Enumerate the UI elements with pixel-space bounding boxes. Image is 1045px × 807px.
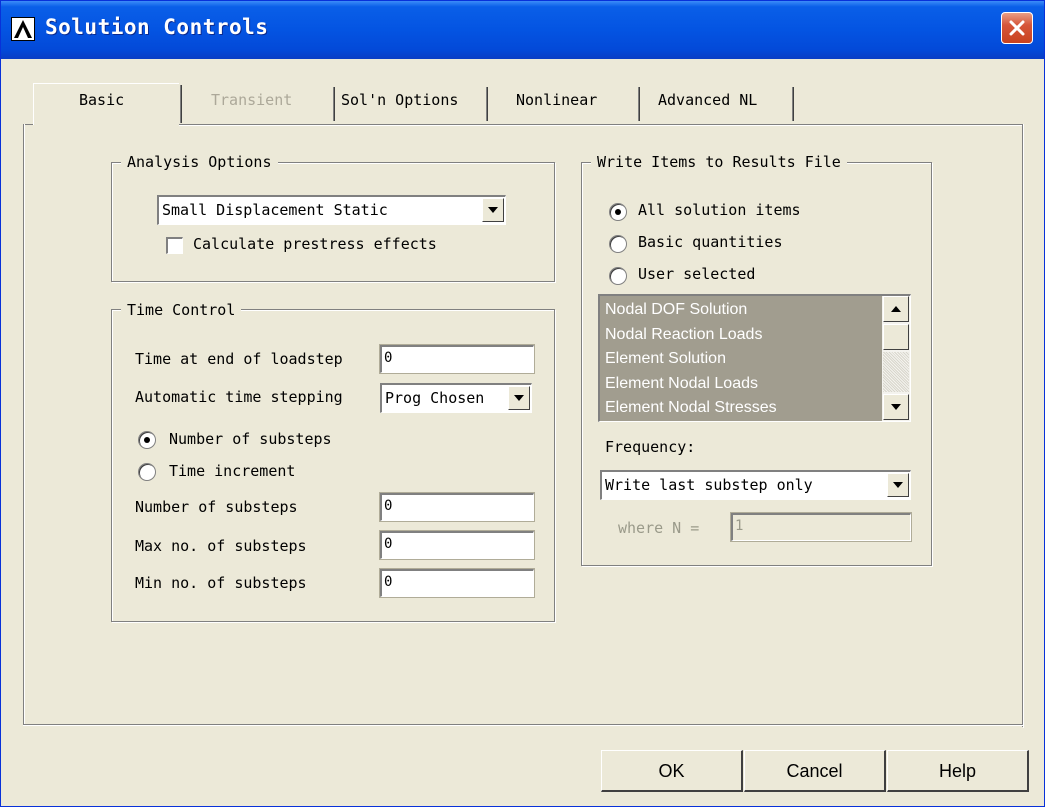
dropdown-button[interactable] [887, 473, 909, 497]
scroll-down-button[interactable] [883, 394, 909, 420]
radio-all-solution-items-label: All solution items [638, 201, 801, 219]
radio-number-of-substeps[interactable] [138, 431, 156, 449]
radio-number-of-substeps-label: Number of substeps [169, 430, 332, 448]
frequency-label: Frequency: [605, 438, 696, 456]
time-end-label: Time at end of loadstep [135, 350, 343, 368]
write-items-label: Write Items to Results File [591, 153, 847, 171]
num-substeps-label: Number of substeps [135, 498, 298, 516]
num-substeps-input[interactable]: 0 [379, 492, 535, 522]
radio-basic-quantities-label: Basic quantities [638, 233, 783, 251]
time-control-label: Time Control [121, 301, 242, 319]
where-n-label: where N = [618, 519, 700, 537]
tab-advanced-nl[interactable]: Advanced NL [642, 83, 792, 123]
chevron-down-icon [514, 395, 524, 401]
list-item[interactable]: Element Nodal Stresses [602, 396, 880, 421]
dropdown-button[interactable] [508, 386, 530, 410]
results-items: Nodal DOF Solution Nodal Reaction Loads … [602, 298, 880, 421]
list-item[interactable]: Element Nodal Loads [602, 372, 880, 397]
radio-dot [144, 437, 150, 443]
list-scrollbar[interactable] [882, 296, 910, 421]
radio-user-selected[interactable] [609, 267, 627, 285]
min-substeps-input[interactable]: 0 [379, 568, 535, 598]
close-icon [1009, 20, 1025, 36]
max-substeps-label: Max no. of substeps [135, 537, 307, 555]
radio-user-selected-label: User selected [638, 265, 756, 283]
tab-soln-options[interactable]: Sol'n Options [337, 83, 487, 123]
radio-time-increment[interactable] [138, 463, 156, 481]
where-n-input: 1 [730, 512, 912, 542]
chevron-down-icon [488, 207, 498, 213]
arrow-down-icon [891, 404, 901, 410]
min-substeps-label: Min no. of substeps [135, 574, 307, 592]
ok-button[interactable]: OK [601, 750, 743, 792]
results-items-list[interactable]: Nodal DOF Solution Nodal Reaction Loads … [598, 294, 911, 422]
ansys-logo-icon [11, 17, 35, 41]
tab-nonlinear[interactable]: Nonlinear [490, 83, 636, 123]
radio-time-increment-label: Time increment [169, 462, 296, 480]
frequency-select[interactable]: Write last substep only [600, 470, 911, 500]
help-button[interactable]: Help [887, 750, 1029, 792]
title-bar[interactable]: Solution Controls [1, 1, 1044, 59]
list-item[interactable]: Nodal Reaction Loads [602, 323, 880, 348]
arrow-up-icon [891, 306, 901, 312]
list-item[interactable]: Element Solution [602, 347, 880, 372]
radio-basic-quantities[interactable] [609, 235, 627, 253]
scroll-up-button[interactable] [883, 296, 909, 322]
scroll-track[interactable] [883, 352, 909, 392]
max-substeps-input[interactable]: 0 [379, 530, 535, 560]
time-end-input[interactable]: 0 [379, 344, 535, 374]
cancel-button[interactable]: Cancel [744, 750, 886, 792]
auto-stepping-select[interactable]: Prog Chosen [380, 383, 532, 413]
window-title: Solution Controls [45, 15, 269, 39]
scroll-thumb[interactable] [883, 324, 909, 350]
analysis-type-select[interactable]: Small Displacement Static [157, 195, 506, 225]
prestress-checkbox[interactable] [166, 237, 183, 254]
prestress-label: Calculate prestress effects [193, 235, 437, 253]
radio-dot [615, 209, 621, 215]
solution-controls-window: Solution Controls Basic Transient Sol'n … [0, 0, 1045, 807]
radio-all-solution-items[interactable] [609, 203, 627, 221]
tab-transient[interactable]: Transient [183, 83, 333, 123]
list-item[interactable]: Nodal DOF Solution [602, 298, 880, 323]
auto-stepping-label: Automatic time stepping [135, 388, 343, 406]
dropdown-button[interactable] [482, 198, 504, 222]
close-button[interactable] [1001, 12, 1033, 44]
analysis-options-label: Analysis Options [121, 153, 278, 171]
tab-basic[interactable]: Basic [33, 83, 179, 123]
chevron-down-icon [893, 482, 903, 488]
